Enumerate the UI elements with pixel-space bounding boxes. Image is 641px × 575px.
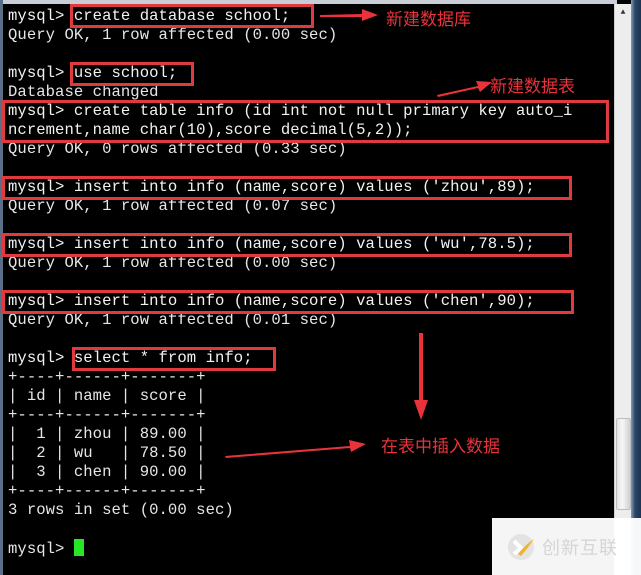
terminal-line: mysql> insert into info (name,score) val… (8, 235, 535, 253)
annotation-insert-data: 在表中插入数据 (381, 437, 500, 457)
result-table-border: +----+------+-------+ (8, 368, 206, 386)
scroll-thumb[interactable] (616, 418, 631, 510)
result-table-border: +----+------+-------+ (8, 406, 206, 424)
watermark-logo-icon (508, 533, 534, 560)
terminal-line: Query OK, 1 row affected (0.07 sec) (8, 197, 338, 215)
vertical-scrollbar[interactable]: ▲ (614, 4, 631, 575)
terminal-line: mysql> insert into info (name,score) val… (8, 178, 535, 196)
prompt-line[interactable]: mysql> (8, 539, 84, 558)
watermark-text: 创新互联 (542, 537, 618, 559)
terminal-line: Query OK, 1 row affected (0.01 sec) (8, 311, 338, 329)
terminal-line: 3 rows in set (0.00 sec) (8, 501, 234, 519)
result-table-row: | 2 | wu | 78.50 | (8, 444, 206, 462)
result-table-border: +----+------+-------+ (8, 482, 206, 500)
watermark: 创新互联 (492, 518, 641, 575)
terminal-line: Query OK, 1 row affected (0.00 sec) (8, 254, 338, 272)
scroll-up-arrow-icon[interactable]: ▲ (615, 4, 631, 20)
annotation-create-db: 新建数据库 (386, 10, 471, 30)
terminal-line: ncrement,name char(10),score decimal(5,2… (8, 121, 413, 139)
window-right-frame (631, 0, 641, 575)
text-cursor (73, 539, 84, 556)
annotation-create-table: 新建数据表 (490, 77, 575, 97)
prompt: mysql> (8, 540, 74, 558)
terminal-line: mysql> insert into info (name,score) val… (8, 292, 535, 310)
terminal-line: mysql> select * from info; (8, 349, 253, 367)
terminal-line: Query OK, 1 row affected (0.00 sec) (8, 26, 338, 44)
result-table-header: | id | name | score | (8, 387, 206, 405)
result-table-row: | 1 | zhou | 89.00 | (8, 425, 206, 443)
result-table-row: | 3 | chen | 90.00 | (8, 463, 206, 481)
terminal-line: Database changed (8, 83, 159, 101)
terminal-line: mysql> create table info (id int not nul… (8, 102, 573, 120)
terminal-line: Query OK, 0 rows affected (0.33 sec) (8, 140, 347, 158)
terminal-line: mysql> create database school; (8, 7, 291, 25)
terminal-line: mysql> use school; (8, 64, 178, 82)
